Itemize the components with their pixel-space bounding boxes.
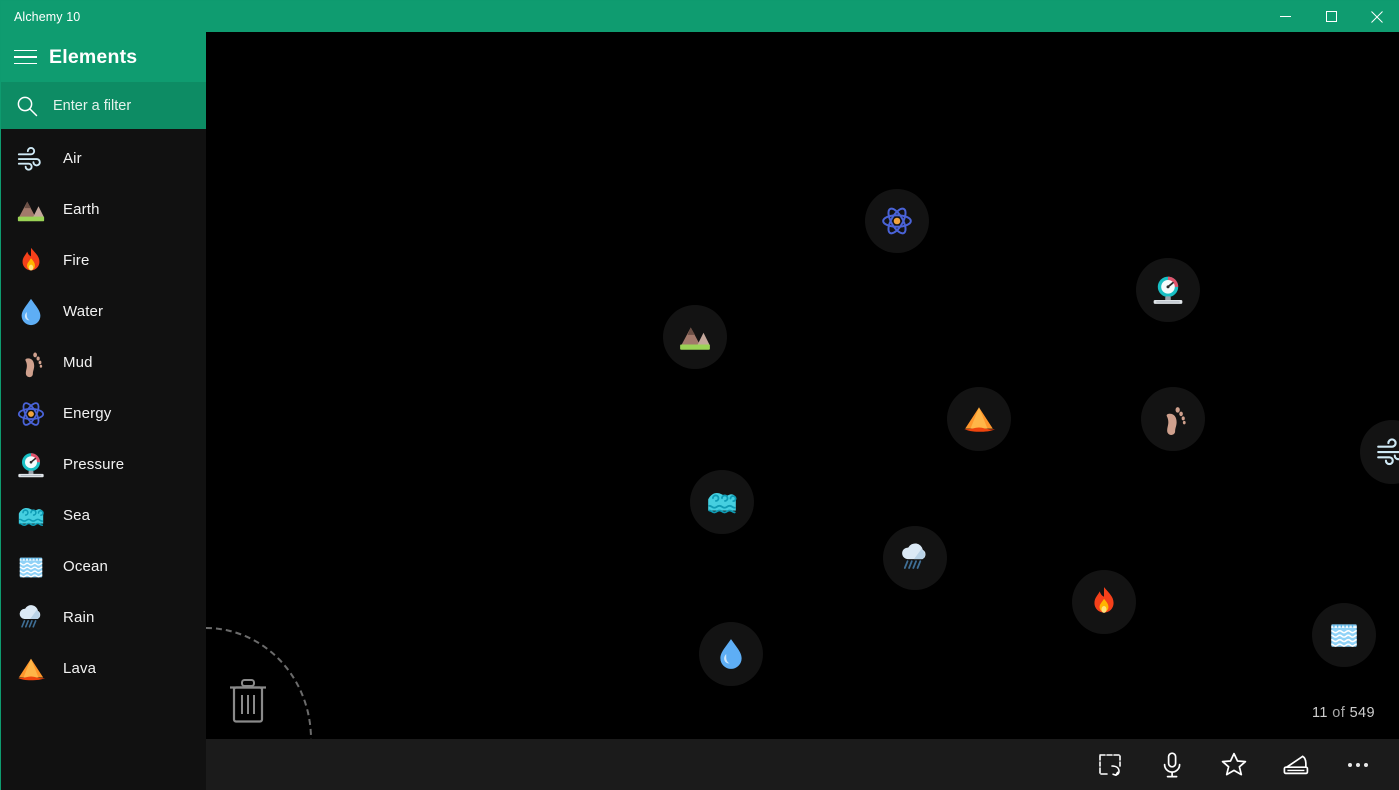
maximize-button[interactable]: [1308, 1, 1354, 32]
favorite-button[interactable]: [1203, 743, 1265, 787]
flame-icon: [1087, 585, 1121, 619]
footprint-icon: [1156, 402, 1190, 436]
filter-search-row[interactable]: [1, 82, 206, 129]
scanner-button[interactable]: [1265, 743, 1327, 787]
search-input[interactable]: [53, 97, 193, 114]
sidebar-item-pressure[interactable]: Pressure: [1, 439, 206, 490]
sidebar-header: Elements: [1, 32, 206, 82]
sidebar-item-label: Lava: [63, 660, 97, 677]
canvas-node-earth[interactable]: [663, 305, 727, 369]
mountain-icon: [678, 320, 712, 354]
counter-current: 11: [1311, 705, 1328, 721]
counter-separator: of: [1332, 705, 1346, 721]
canvas-node-mud[interactable]: [1141, 387, 1205, 451]
hamburger-icon[interactable]: [1, 32, 49, 82]
canvas-node-lava[interactable]: [947, 387, 1011, 451]
rain-cloud-icon: [898, 541, 932, 575]
canvas-node-pressure[interactable]: [1136, 258, 1200, 322]
canvas-node-water[interactable]: [699, 622, 763, 686]
window-controls: [1262, 1, 1399, 32]
ocean-icon: [9, 545, 53, 589]
element-list: Air Earth Fire Water Mud Energy Pressure Sea Oce…: [1, 129, 206, 694]
trash-button[interactable]: [222, 671, 274, 731]
droplet-icon: [9, 290, 53, 334]
microphone-button[interactable]: [1141, 743, 1203, 787]
volcano-icon: [9, 647, 53, 691]
close-button[interactable]: [1354, 1, 1399, 32]
canvas-node-fire[interactable]: [1072, 570, 1136, 634]
app-window: Alchemy 10 Elements Enter a filter Air E…: [0, 0, 1399, 790]
volcano-icon: [962, 402, 996, 436]
sidebar-item-label: Mud: [63, 354, 93, 371]
sidebar-item-label: Earth: [63, 201, 100, 218]
ocean-icon: [1327, 618, 1361, 652]
sidebar-item-fire[interactable]: Fire: [1, 235, 206, 286]
search-icon: [1, 82, 53, 129]
atom-icon: [9, 392, 53, 436]
footprint-icon: [9, 341, 53, 385]
canvas-node-air[interactable]: [1360, 420, 1399, 484]
sidebar-item-label: Air: [63, 150, 82, 167]
droplet-icon: [714, 637, 748, 671]
rain-cloud-icon: [9, 596, 53, 640]
ellipsis-icon: [1348, 762, 1368, 767]
atom-icon: [880, 204, 914, 238]
sidebar-item-lava[interactable]: Lava: [1, 643, 206, 694]
flame-icon: [9, 239, 53, 283]
maximize-icon: [1325, 11, 1337, 22]
sidebar-item-sea[interactable]: Sea: [1, 490, 206, 541]
sidebar-item-label: Sea: [63, 507, 91, 524]
canvas-node-ocean[interactable]: [1312, 603, 1376, 667]
wind-icon: [9, 137, 53, 181]
microphone-icon: [1160, 751, 1184, 778]
sidebar: Elements Air Earth Fire Water Mud Energy Press…: [1, 32, 206, 790]
sidebar-item-label: Pressure: [63, 456, 125, 473]
sidebar-item-water[interactable]: Water: [1, 286, 206, 337]
gauge-icon: [9, 443, 53, 487]
waves-icon: [9, 494, 53, 538]
title-bar: Alchemy 10: [1, 1, 1399, 32]
trash-icon: [230, 679, 266, 723]
more-options-button[interactable]: [1327, 743, 1389, 787]
sidebar-item-mud[interactable]: Mud: [1, 337, 206, 388]
sidebar-item-energy[interactable]: Energy: [1, 388, 206, 439]
canvas-node-sea[interactable]: [690, 470, 754, 534]
sidebar-title: Elements: [49, 45, 138, 68]
wind-icon: [1375, 435, 1399, 469]
sidebar-item-label: Water: [63, 303, 104, 320]
canvas-node-rain[interactable]: [883, 526, 947, 590]
bottom-toolbar: [206, 739, 1399, 790]
sidebar-item-air[interactable]: Air: [1, 133, 206, 184]
scanner-icon: [1282, 754, 1310, 776]
sidebar-item-label: Rain: [63, 609, 95, 626]
mountain-icon: [9, 188, 53, 232]
sidebar-item-label: Energy: [63, 405, 112, 422]
sidebar-item-label: Ocean: [63, 558, 108, 575]
waves-icon: [705, 485, 739, 519]
canvas-node-energy[interactable]: [865, 189, 929, 253]
window-title: Alchemy 10: [14, 9, 81, 24]
minimize-button[interactable]: [1262, 1, 1308, 32]
lasso-select-button[interactable]: [1079, 743, 1141, 787]
minimize-icon: [1279, 16, 1291, 17]
star-icon: [1221, 752, 1247, 778]
gauge-icon: [1151, 273, 1185, 307]
lasso-select-icon: [1098, 753, 1122, 777]
sidebar-item-rain[interactable]: Rain: [1, 592, 206, 643]
sidebar-item-earth[interactable]: Earth: [1, 184, 206, 235]
sidebar-item-ocean[interactable]: Ocean: [1, 541, 206, 592]
workspace-canvas[interactable]: 11 of 549: [206, 32, 1399, 739]
sidebar-item-label: Fire: [63, 252, 90, 269]
close-icon: [1371, 10, 1383, 23]
element-counter: 11 of 549: [1312, 705, 1375, 721]
counter-total: 549: [1349, 705, 1375, 721]
